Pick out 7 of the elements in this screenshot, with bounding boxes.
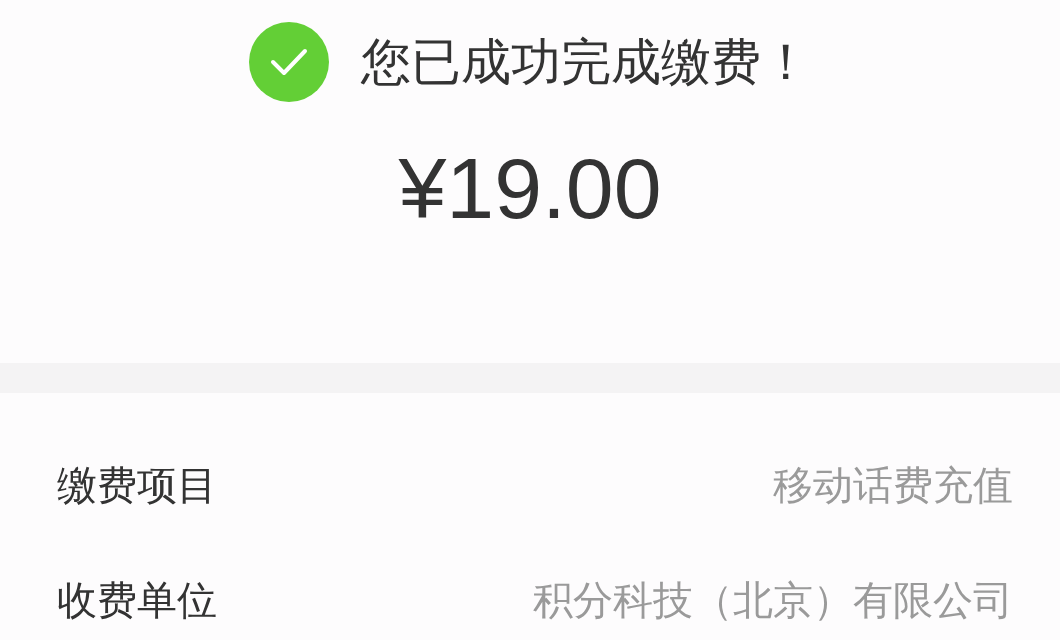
check-circle-icon: [249, 22, 329, 102]
payment-amount: ¥19.00: [398, 139, 662, 238]
field-value: 积分科技（北京）有限公司: [533, 576, 1013, 625]
success-message: 您已成功完成缴费！: [361, 32, 811, 93]
field-label: 收费单位: [57, 576, 217, 625]
field-label: 缴费项目: [57, 461, 217, 510]
field-value: 移动话费充值: [773, 461, 1013, 510]
